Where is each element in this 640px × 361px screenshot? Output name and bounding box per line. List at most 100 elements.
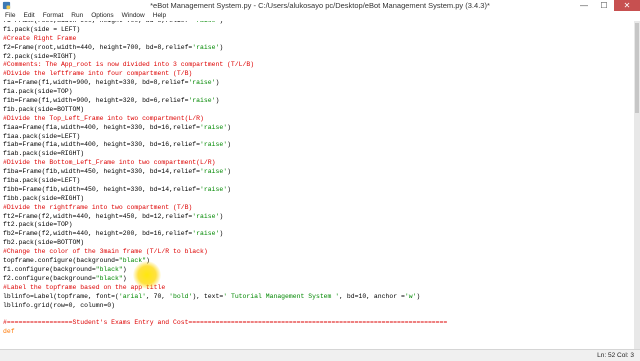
code-line[interactable]: #=================Student's Exams Entry …: [3, 319, 634, 328]
cursor-position: Ln: 52 Col: 3: [597, 352, 634, 359]
code-token: ' Tutorial Management System ': [223, 292, 340, 300]
code-token: ): [122, 265, 127, 273]
mouse-cursor-highlight: [133, 261, 161, 289]
code-line[interactable]: ft2=Frame(f2,width=440, height=450, bd=1…: [3, 213, 634, 222]
code-line[interactable]: f1aa.pack(side=LEFT): [3, 133, 634, 142]
menu-file[interactable]: File: [0, 11, 19, 21]
code-token: ): [227, 168, 231, 176]
code-token: f1a=Frame(f1,width=900, height=330, bd=8…: [3, 79, 189, 87]
code-token: #Divide the Bottom_Left_Frame into two c…: [3, 159, 216, 167]
code-line[interactable]: f1.pack(side = LEFT): [3, 26, 634, 35]
code-line[interactable]: #Comments: The App_root is now divided i…: [3, 61, 634, 70]
code-line[interactable]: #Create Right Frame: [3, 35, 634, 44]
code-token: ): [219, 212, 224, 220]
menu-window[interactable]: Window: [118, 11, 149, 21]
code-token: f1bb=Frame(f1b,width=450, height=330, bd…: [3, 185, 201, 193]
menu-help[interactable]: Help: [149, 11, 170, 21]
code-token: ): [219, 230, 224, 238]
code-token: f1ba.pack(side=LEFT): [3, 177, 81, 185]
menu-edit[interactable]: Edit: [19, 11, 38, 21]
code-line[interactable]: f1ab.pack(side=RIGHT): [3, 150, 634, 159]
code-token: ft2.pack(side=TOP): [3, 221, 73, 229]
code-line[interactable]: f1a=Frame(f1,width=900, height=330, bd=8…: [3, 79, 634, 88]
code-token: f1.configure(background=: [3, 265, 96, 273]
code-token: f1ab=Frame(f1a,width=400, height=330, bd…: [3, 141, 201, 149]
code-line[interactable]: #Divide the rightframe into two compartm…: [3, 204, 634, 213]
code-line[interactable]: topframe.configure(background="black"): [3, 257, 634, 266]
code-token: 'raise': [200, 123, 228, 131]
code-token: "black": [95, 274, 123, 282]
status-bar: Ln: 52 Col: 3: [0, 349, 640, 361]
code-line[interactable]: #Divide the Bottom_Left_Frame into two c…: [3, 159, 634, 168]
code-text[interactable]: f1=Frame(root,width=900, height=700, bd=…: [0, 21, 634, 337]
code-line[interactable]: f1a.pack(side=TOP): [3, 88, 634, 97]
code-line[interactable]: f2.configure(background="black"): [3, 275, 634, 284]
code-token: , bd=10, anchor =: [339, 292, 405, 300]
code-line[interactable]: f1aa=Frame(f1a,width=400, height=330, bd…: [3, 124, 634, 133]
code-editor[interactable]: f1=Frame(root,width=900, height=700, bd=…: [0, 21, 634, 349]
close-button[interactable]: ✕: [614, 0, 640, 11]
code-token: 'raise': [188, 97, 216, 105]
code-token: ): [219, 21, 223, 24]
code-token: f1a.pack(side=TOP): [3, 88, 73, 96]
code-token: f1aa=Frame(f1a,width=400, height=330, bd…: [3, 123, 201, 131]
code-line[interactable]: f1ba.pack(side=LEFT): [3, 177, 634, 186]
code-token: #Create Right Frame: [3, 34, 77, 42]
code-token: 'raise': [192, 230, 220, 238]
menu-bar: File Edit Format Run Options Window Help: [0, 11, 640, 21]
code-line[interactable]: [3, 310, 634, 319]
code-line[interactable]: f1bb.pack(side=RIGHT): [3, 195, 634, 204]
minimize-button[interactable]: —: [574, 0, 594, 11]
menu-run[interactable]: Run: [67, 11, 87, 21]
code-token: , 70,: [145, 292, 170, 300]
code-line[interactable]: lblinfo=Label(topframe, font=('arial', 7…: [3, 293, 634, 302]
code-line[interactable]: f1ab=Frame(f1a,width=400, height=330, bd…: [3, 141, 634, 150]
code-token: ): [122, 274, 127, 282]
code-token: f1b=Frame(f1,width=900, height=320, bd=6…: [3, 97, 189, 105]
code-token: 'w': [404, 292, 417, 300]
code-token: def: [3, 328, 15, 336]
code-token: "black": [95, 265, 123, 273]
code-token: f2.configure(background=: [3, 274, 96, 282]
code-token: 'raise': [200, 168, 228, 176]
scrollbar-thumb[interactable]: [635, 23, 639, 113]
code-line[interactable]: def: [3, 328, 634, 337]
code-token: #=================Student's Exams Entry …: [3, 319, 448, 327]
code-token: f1bb.pack(side=RIGHT): [3, 194, 85, 202]
code-line[interactable]: f2.pack(side=RIGHT): [3, 53, 634, 62]
code-line[interactable]: fb2.pack(side=BOTTOM): [3, 239, 634, 248]
code-line[interactable]: #Divide the leftframe into four compartm…: [3, 70, 634, 79]
code-line[interactable]: fb2=Frame(f2,width=440, height=200, bd=1…: [3, 230, 634, 239]
code-token: 'raise': [200, 185, 228, 193]
code-token: ): [227, 141, 231, 149]
code-line[interactable]: #Change the color of the 3main frame (T/…: [3, 248, 634, 257]
code-line[interactable]: f1bb=Frame(f1b,width=450, height=330, bd…: [3, 186, 634, 195]
code-token: f2.pack(side=RIGHT): [3, 52, 77, 60]
code-line[interactable]: lblinfo.grid(row=0, column=0): [3, 302, 634, 311]
code-token: 'raise': [192, 21, 219, 24]
maximize-button[interactable]: ☐: [594, 0, 614, 11]
code-token: lblinfo.grid(row=0, column=0): [3, 301, 116, 309]
code-line[interactable]: f1b=Frame(f1,width=900, height=320, bd=6…: [3, 97, 634, 106]
code-line[interactable]: f2=Frame(root,width=440, height=700, bd=…: [3, 44, 634, 53]
code-token: 'raise': [192, 43, 220, 51]
menu-options[interactable]: Options: [87, 11, 117, 21]
menu-format[interactable]: Format: [39, 11, 68, 21]
title-bar: *eBot Management System.py - C:/Users/al…: [0, 0, 640, 11]
code-line[interactable]: #Divide the Top_Left_Frame into two comp…: [3, 115, 634, 124]
code-line[interactable]: f1b.pack(side=BOTTOM): [3, 106, 634, 115]
code-token: ), text=: [192, 292, 224, 300]
code-line[interactable]: f1.configure(background="black"): [3, 266, 634, 275]
code-line[interactable]: #Label the topframe based on the app tit…: [3, 284, 634, 293]
code-token: ): [219, 43, 224, 51]
code-token: f1aa.pack(side=LEFT): [3, 132, 81, 140]
code-token: #Comments: The App_root is now divided i…: [3, 61, 255, 69]
vertical-scrollbar[interactable]: [634, 21, 640, 349]
code-token: f1ba=Frame(f1b,width=450, height=330, bd…: [3, 168, 201, 176]
code-token: 'raise': [192, 212, 220, 220]
code-line[interactable]: ft2.pack(side=TOP): [3, 221, 634, 230]
code-token: topframe.configure(background=: [3, 257, 119, 265]
code-token: fb2.pack(side=BOTTOM): [3, 239, 85, 247]
code-token: fb2=Frame(f2,width=440, height=200, bd=1…: [3, 230, 193, 238]
code-line[interactable]: f1ba=Frame(f1b,width=450, height=330, bd…: [3, 168, 634, 177]
